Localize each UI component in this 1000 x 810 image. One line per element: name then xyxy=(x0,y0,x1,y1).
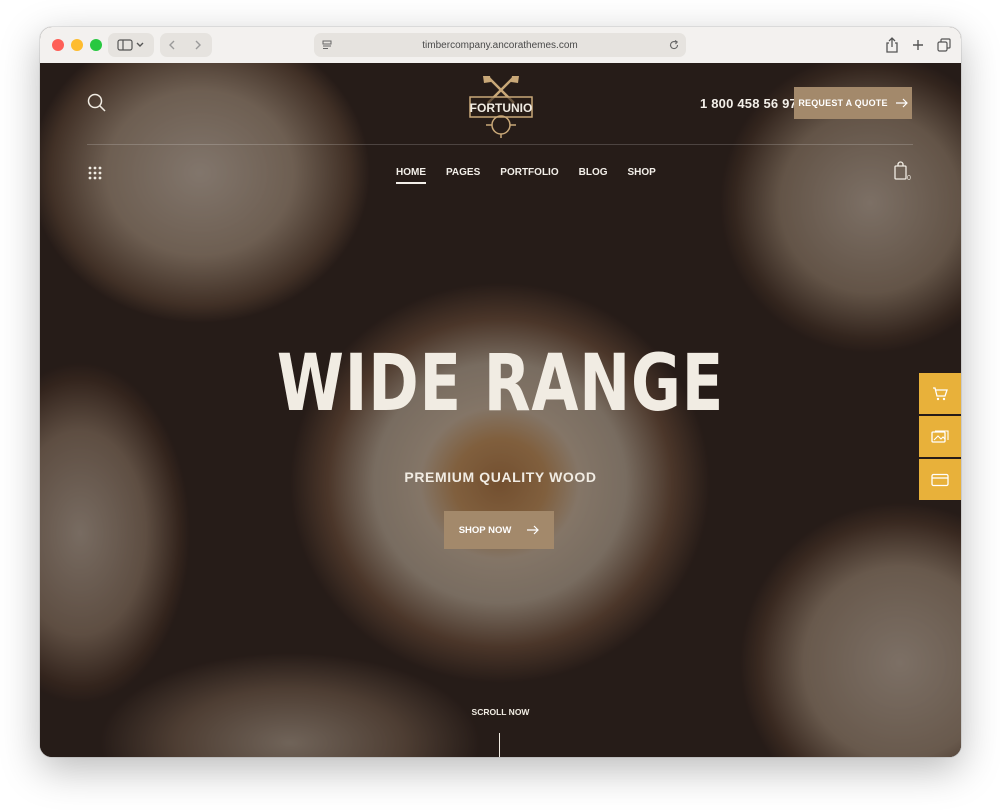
shop-now-label: SHOP NOW xyxy=(458,524,512,536)
nav-item-portfolio[interactable]: PORTFOLIO xyxy=(500,167,558,184)
shopping-bag-icon: 0 xyxy=(894,161,911,182)
axes-emblem-icon: FORTUNIO xyxy=(469,76,533,138)
dock-gallery-button[interactable] xyxy=(919,416,961,457)
reload-icon[interactable] xyxy=(668,39,680,51)
request-quote-button[interactable]: REQUEST A QUOTE xyxy=(794,87,912,119)
arrow-right-icon xyxy=(527,525,540,535)
browser-window: timbercompany.ancorathemes.com FORTUNIO … xyxy=(40,27,961,757)
logo-text: FORTUNIO xyxy=(470,101,533,115)
cart-icon xyxy=(933,386,948,400)
hero-headline: WIDE RANGE xyxy=(276,339,725,429)
history-nav xyxy=(160,33,212,57)
phone-number[interactable]: 1 800 458 56 97 xyxy=(700,96,797,111)
nav-item-shop[interactable]: SHOP xyxy=(628,167,656,184)
arrow-right-icon xyxy=(895,98,908,108)
close-window-button[interactable] xyxy=(52,39,64,51)
shop-now-button[interactable]: SHOP NOW xyxy=(444,511,554,549)
cart-button[interactable]: 0 xyxy=(892,161,912,186)
tab-overview-icon[interactable] xyxy=(937,38,951,52)
forward-icon[interactable] xyxy=(186,39,206,51)
address-bar[interactable]: timbercompany.ancorathemes.com xyxy=(314,33,686,57)
nav-item-home[interactable]: HOME xyxy=(396,167,426,184)
search-icon[interactable] xyxy=(87,93,107,113)
side-dock xyxy=(919,373,961,500)
header-divider xyxy=(87,144,913,145)
hero-subheadline: PREMIUM QUALITY WOOD xyxy=(404,469,597,485)
dock-cart-button[interactable] xyxy=(919,373,961,414)
new-tab-icon[interactable] xyxy=(911,38,925,52)
browser-toolbar: timbercompany.ancorathemes.com xyxy=(40,27,961,64)
cart-count: 0 xyxy=(907,175,911,181)
nav-item-pages[interactable]: PAGES xyxy=(446,167,480,184)
site-settings-icon[interactable] xyxy=(321,39,333,51)
scroll-indicator-line xyxy=(499,733,500,757)
request-quote-label: REQUEST A QUOTE xyxy=(798,98,888,108)
apps-grid-icon[interactable] xyxy=(87,165,103,181)
share-icon[interactable] xyxy=(885,37,899,53)
browser-actions xyxy=(885,33,951,57)
sidebar-icon xyxy=(117,39,144,51)
dock-card-button[interactable] xyxy=(919,459,961,500)
nav-item-blog[interactable]: BLOG xyxy=(579,167,608,184)
back-icon[interactable] xyxy=(166,39,186,51)
sidebar-toggle-button[interactable] xyxy=(108,33,154,57)
hero-section: FORTUNIO 1 800 458 56 97 REQUEST A QUOTE… xyxy=(40,63,961,757)
minimize-window-button[interactable] xyxy=(71,39,83,51)
url-text: timbercompany.ancorathemes.com xyxy=(422,39,578,51)
scroll-now-label[interactable]: SCROLL NOW xyxy=(40,707,961,717)
zoom-window-button[interactable] xyxy=(90,39,102,51)
site-logo[interactable]: FORTUNIO xyxy=(466,73,536,139)
image-icon xyxy=(931,429,949,443)
main-nav: HOME PAGES PORTFOLIO BLOG SHOP xyxy=(396,167,656,184)
card-icon xyxy=(931,473,949,486)
